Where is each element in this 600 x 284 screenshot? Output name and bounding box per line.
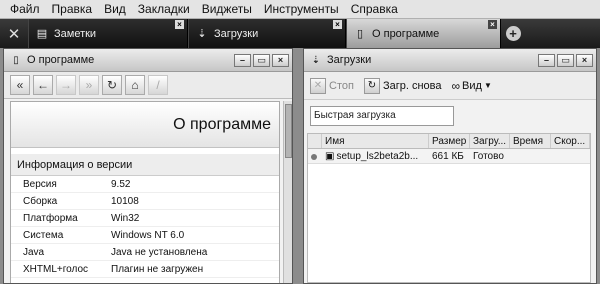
menu-file[interactable]: Файл bbox=[4, 0, 46, 19]
info-row: Java Java не установлена bbox=[11, 244, 279, 261]
close-button[interactable]: × bbox=[272, 53, 289, 67]
tools-icon[interactable]: ✕ bbox=[0, 19, 28, 48]
menu-help[interactable]: Справка bbox=[345, 0, 404, 19]
col-size[interactable]: Размер bbox=[429, 134, 470, 148]
menu-view[interactable]: Вид bbox=[98, 0, 132, 19]
tab-about-close-icon[interactable]: × bbox=[488, 20, 497, 29]
retry-label: Загр. снова bbox=[382, 79, 442, 92]
info-value: 9.52 bbox=[111, 179, 131, 190]
downloads-panel: ⇣ Загрузки – ▭ × ✕ Стоп ↻ Загр. снова ∞ … bbox=[303, 48, 597, 284]
tab-about-label: О программе bbox=[372, 27, 440, 40]
download-name: ▣ setup_ls2beta2b... bbox=[325, 151, 419, 162]
about-panel-title: О программе bbox=[27, 54, 95, 66]
status-dot-icon bbox=[311, 154, 317, 160]
quick-download-input[interactable]: Быстрая загрузка bbox=[310, 106, 454, 126]
stop-label: Стоп bbox=[329, 79, 354, 92]
page-icon: ▯ bbox=[356, 28, 364, 40]
tab-bar: ✕ ▤ Заметки × ⇣ Загрузки × ▯ О программе… bbox=[0, 19, 600, 48]
maximize-button[interactable]: ▭ bbox=[253, 53, 270, 67]
plus-icon: + bbox=[505, 26, 521, 41]
col-speed[interactable]: Скор... bbox=[551, 134, 590, 148]
info-value: Плагин не загружен bbox=[111, 264, 204, 275]
col-loaded[interactable]: Загру... bbox=[470, 134, 510, 148]
download-size: 661 КБ bbox=[432, 151, 464, 162]
downloads-panel-title: Загрузки bbox=[327, 54, 372, 66]
about-panel-titlebar: ▯ О программе – ▭ × bbox=[4, 49, 292, 72]
page-icon: ▯ bbox=[13, 54, 19, 66]
downloads-icon: ⇣ bbox=[197, 28, 207, 40]
info-row: Сборка 10108 bbox=[11, 193, 279, 210]
stop-button[interactable]: ✕ Стоп bbox=[310, 77, 354, 94]
info-key: Сборка bbox=[23, 196, 58, 207]
info-value: 10108 bbox=[111, 196, 139, 207]
tab-downloads-label: Загрузки bbox=[214, 27, 259, 40]
tab-notes[interactable]: ▤ Заметки × bbox=[28, 19, 188, 48]
retry-button[interactable]: ↻ Загр. снова bbox=[363, 77, 442, 94]
scrollbar-thumb[interactable] bbox=[285, 104, 292, 158]
back-icon[interactable]: ← bbox=[33, 75, 53, 95]
downloads-icon: ⇣ bbox=[311, 54, 321, 66]
col-name[interactable]: Имя bbox=[322, 134, 429, 148]
minimize-button[interactable]: – bbox=[234, 53, 251, 67]
version-section-title: Информация о версии bbox=[11, 154, 279, 176]
info-key: Платформа bbox=[23, 213, 78, 224]
new-tab-button[interactable]: + bbox=[501, 19, 525, 48]
edit-icon[interactable]: / bbox=[148, 75, 168, 95]
about-page: О программе Информация о версии Версия 9.… bbox=[10, 101, 280, 283]
view-button[interactable]: ∞ Вид ▼ bbox=[451, 79, 491, 93]
stop-icon: ✕ bbox=[310, 77, 326, 94]
table-row[interactable]: ▣ setup_ls2beta2b... 661 КБ Готово bbox=[308, 149, 590, 164]
tab-notes-label: Заметки bbox=[54, 27, 97, 40]
menu-bar: Файл Правка Вид Закладки Виджеты Инструм… bbox=[0, 0, 600, 19]
info-key: XHTML+голос bbox=[23, 264, 89, 275]
rewind-icon[interactable]: « bbox=[10, 75, 30, 95]
info-row: Платформа Win32 bbox=[11, 210, 279, 227]
downloads-panel-titlebar: ⇣ Загрузки – ▭ × bbox=[304, 49, 596, 72]
info-row: XHTML+голос Плагин не загружен bbox=[11, 261, 279, 278]
file-icon: ▣ bbox=[325, 151, 335, 162]
download-status: Готово bbox=[473, 151, 504, 162]
info-key: Версия bbox=[23, 179, 57, 190]
info-value: Windows NT 6.0 bbox=[111, 230, 185, 241]
fast-forward-icon[interactable]: » bbox=[79, 75, 99, 95]
tab-notes-close-icon[interactable]: × bbox=[175, 20, 184, 29]
navigation-toolbar: « ← → » ↻ ⌂ / bbox=[4, 72, 292, 99]
download-speed bbox=[551, 149, 590, 163]
col-time[interactable]: Время bbox=[510, 134, 551, 148]
downloads-table: Имя Размер Загру... Время Скор... ▣ setup… bbox=[307, 133, 591, 283]
menu-widgets[interactable]: Виджеты bbox=[196, 0, 258, 19]
page-title: О программе bbox=[11, 102, 279, 148]
forward-icon[interactable]: → bbox=[56, 75, 76, 95]
reload-icon: ↻ bbox=[363, 77, 380, 94]
home-icon[interactable]: ⌂ bbox=[125, 75, 145, 95]
info-key: Система bbox=[23, 230, 64, 241]
tab-downloads-close-icon[interactable]: × bbox=[333, 20, 342, 29]
chevron-down-icon: ▼ bbox=[483, 81, 492, 90]
notes-icon: ▤ bbox=[36, 28, 48, 40]
table-header: Имя Размер Загру... Время Скор... bbox=[308, 134, 590, 149]
info-key: Java bbox=[23, 247, 45, 258]
download-time bbox=[510, 149, 551, 163]
info-value: Java не установлена bbox=[111, 247, 208, 258]
about-panel: ▯ О программе – ▭ × « ← → » ↻ ⌂ / О прог… bbox=[3, 48, 293, 284]
tab-about[interactable]: ▯ О программе × bbox=[346, 19, 501, 48]
maximize-button[interactable]: ▭ bbox=[557, 53, 574, 67]
close-button[interactable]: × bbox=[576, 53, 593, 67]
info-value: Win32 bbox=[111, 213, 140, 224]
menu-bookmarks[interactable]: Закладки bbox=[132, 0, 196, 19]
glasses-icon: ∞ bbox=[451, 78, 461, 93]
downloads-toolbar: ✕ Стоп ↻ Загр. снова ∞ Вид ▼ bbox=[304, 72, 596, 100]
menu-tools[interactable]: Инструменты bbox=[258, 0, 345, 19]
menu-edit[interactable]: Правка bbox=[46, 0, 99, 19]
info-row: Версия 9.52 bbox=[11, 176, 279, 193]
reload-icon[interactable]: ↻ bbox=[102, 75, 122, 95]
info-row: Система Windows NT 6.0 bbox=[11, 227, 279, 244]
scrollbar[interactable] bbox=[283, 101, 292, 283]
tab-downloads[interactable]: ⇣ Загрузки × bbox=[188, 19, 346, 48]
minimize-button[interactable]: – bbox=[538, 53, 555, 67]
view-label: Вид bbox=[462, 79, 482, 92]
